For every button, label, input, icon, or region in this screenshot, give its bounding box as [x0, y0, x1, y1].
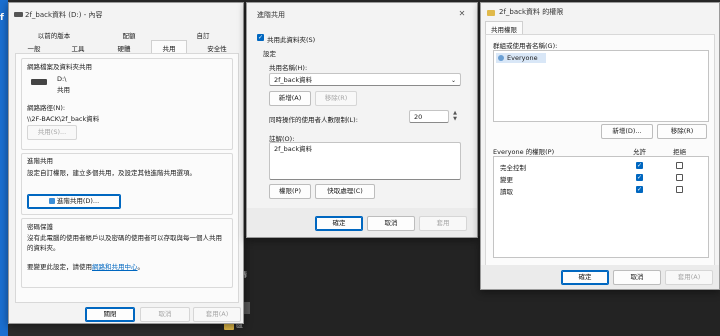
- user-name: Everyone: [507, 54, 538, 62]
- group-user-label: 群組或使用者名稱(G):: [493, 42, 558, 50]
- properties-title: 2f_back資料 (D:) - 內容: [25, 11, 103, 19]
- shield-icon: [48, 198, 55, 204]
- add-share-button[interactable]: 新增(A): [269, 91, 311, 106]
- tab-general[interactable]: 一般: [17, 43, 51, 53]
- advanced-sharing-button[interactable]: 進階共用(D)...: [27, 194, 121, 209]
- password-protection-title: 密碼保護: [27, 223, 53, 231]
- desktop-blue-edge: [0, 0, 8, 336]
- user-group-icon: [498, 55, 504, 61]
- deny-full-control-checkbox[interactable]: [676, 162, 683, 169]
- permission-name: 完全控制: [500, 164, 526, 172]
- user-list-item[interactable]: Everyone: [496, 53, 546, 63]
- tab-previous-versions[interactable]: 以前的版本: [23, 30, 85, 40]
- advanced-sharing-window: 進階共用 ✕ ✓ 共用此資料夾(S) 設定 共用名稱(H): 2f_back資料…: [246, 2, 478, 238]
- permission-list: 完全控制 ✓ 變更 ✓ 讀取 ✓: [493, 156, 709, 258]
- deny-read-checkbox[interactable]: [676, 186, 683, 193]
- chevron-down-icon: ⌄: [450, 77, 456, 84]
- permission-name: 變更: [500, 176, 513, 184]
- folder-icon: [487, 10, 495, 16]
- ok-button[interactable]: 確定: [561, 270, 609, 285]
- advanced-sharing-title: 進階共用: [257, 11, 285, 19]
- cancel-button[interactable]: 取消: [613, 270, 661, 285]
- share-name-select[interactable]: 2f_back資料 ⌄: [269, 73, 461, 86]
- network-path-value: \\2F-BACK\2f_back資料: [27, 115, 100, 123]
- advanced-sharing-title: 進階共用: [27, 157, 53, 165]
- advanced-sharing-desc: 設定自訂權限，建立多個共用，及設定其他進階共用選項。: [27, 169, 196, 177]
- allow-read-checkbox[interactable]: ✓: [636, 186, 643, 193]
- facebook-icon: f: [0, 13, 4, 23]
- tab-customize[interactable]: 自訂: [183, 30, 223, 40]
- permission-name: 讀取: [500, 188, 513, 196]
- deny-column-header: 拒絕: [673, 148, 686, 156]
- cancel-button[interactable]: 取消: [367, 216, 415, 231]
- remove-share-button[interactable]: 移除(R): [315, 91, 357, 106]
- properties-titlebar: 2f_back資料 (D:) - 內容: [9, 3, 243, 27]
- comment-value: 2f_back資料: [274, 145, 313, 153]
- share-folder-checkbox[interactable]: ✓: [257, 34, 264, 41]
- drive-icon-large: [31, 79, 47, 85]
- tab-hardware[interactable]: 硬體: [107, 43, 141, 53]
- allow-change-checkbox[interactable]: ✓: [636, 174, 643, 181]
- drive-icon: [14, 12, 23, 17]
- share-folder-label: 共用此資料夾(S): [267, 36, 316, 44]
- add-user-button[interactable]: 新增(D)...: [601, 124, 653, 139]
- tab-quota[interactable]: 配額: [109, 30, 149, 40]
- user-limit-input[interactable]: 20: [409, 110, 449, 123]
- tab-tools[interactable]: 工具: [61, 43, 95, 53]
- caching-button[interactable]: 快取處理(C): [315, 184, 375, 199]
- share-button[interactable]: 共用(S)...: [27, 125, 77, 140]
- permissions-title: 2f_back資料 的權限: [499, 8, 564, 16]
- share-name-value: 2f_back資料: [274, 76, 313, 84]
- comment-textarea[interactable]: 2f_back資料: [269, 142, 461, 180]
- close-icon[interactable]: ✕: [451, 6, 473, 22]
- network-center-link[interactable]: 網路和共用中心: [92, 263, 138, 271]
- permissions-window: 2f_back資料 的權限 共用權限 群組或使用者名稱(G): Everyone…: [480, 2, 720, 290]
- network-sharing-title: 網路檔案及資料夾共用: [27, 63, 92, 71]
- close-button[interactable]: 關閉: [85, 307, 135, 322]
- permission-label: Everyone 的權限(P): [493, 148, 555, 156]
- deny-change-checkbox[interactable]: [676, 174, 683, 181]
- advanced-sharing-button-label: 進階共用(D)...: [56, 197, 100, 205]
- advanced-sharing-titlebar: 進階共用 ✕: [247, 3, 477, 27]
- cancel-button[interactable]: 取消: [140, 307, 190, 322]
- apply-button[interactable]: 套用(A): [665, 270, 713, 285]
- change-suffix: 。: [137, 263, 145, 271]
- apply-button[interactable]: 套用(A): [193, 307, 241, 322]
- user-list[interactable]: Everyone: [493, 50, 709, 122]
- remove-user-button[interactable]: 移除(R): [657, 124, 707, 139]
- properties-window: 2f_back資料 (D:) - 內容 以前的版本 配額 自訂 一般 工具 硬體…: [8, 2, 244, 324]
- password-protection-desc: 沒有此電腦的使用者帳戶以及密碼的使用者可以存取與每一個人共用的資料夾。: [27, 234, 222, 252]
- apply-button[interactable]: 套用: [419, 216, 467, 231]
- change-prefix: 要變更此設定，請使用: [27, 263, 92, 271]
- permissions-button[interactable]: 權限(P): [269, 184, 311, 199]
- user-limit-spinner[interactable]: ▲ ▼: [451, 110, 459, 123]
- settings-label: 設定: [263, 50, 276, 58]
- tab-security[interactable]: 安全性: [197, 43, 237, 53]
- share-name-label: 共用名稱(H):: [269, 64, 308, 72]
- ok-button[interactable]: 確定: [315, 216, 363, 231]
- drive-share-status: 共用: [57, 86, 70, 94]
- drive-name: D:\: [57, 75, 67, 83]
- user-limit-value: 20: [414, 113, 423, 121]
- password-protection-change: 要變更此設定，請使用網路和共用中心。: [27, 261, 144, 271]
- user-limit-label: 同時操作的使用者人數限制(L):: [269, 116, 358, 124]
- network-path-label: 網路路徑(N):: [27, 104, 66, 112]
- allow-full-control-checkbox[interactable]: ✓: [636, 162, 643, 169]
- allow-column-header: 允許: [633, 148, 646, 156]
